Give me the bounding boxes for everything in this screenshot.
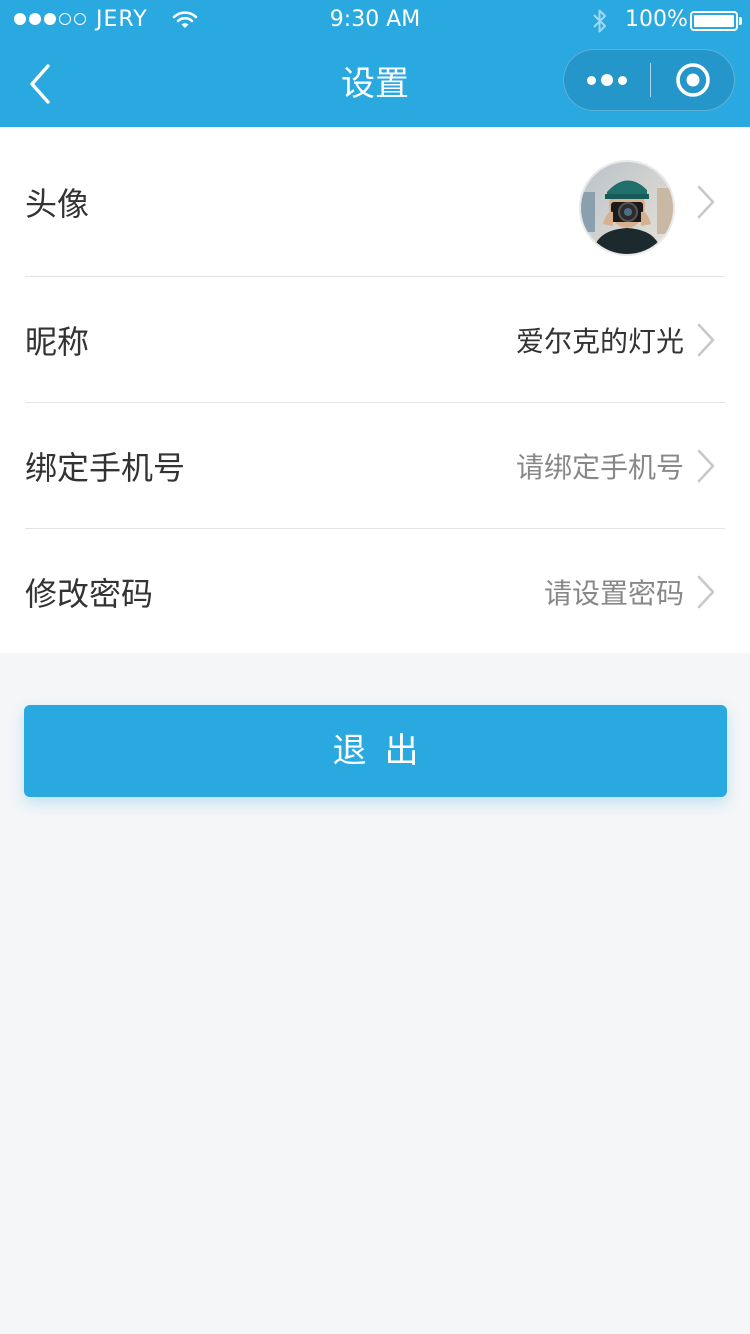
settings-list: 头像 昵称 爱尔克的灯光 绑定手机号 请绑定手机号 修改密码 请设置密码 — [0, 127, 750, 653]
status-bar: JERY 9:30 AM 100% — [0, 0, 750, 40]
password-value: 请设置密码 — [543, 577, 684, 610]
target-close-icon[interactable] — [650, 50, 736, 110]
settings-item-avatar[interactable]: 头像 — [0, 127, 750, 277]
phone-value: 请绑定手机号 — [515, 451, 684, 484]
settings-item-phone[interactable]: 绑定手机号 请绑定手机号 — [0, 403, 750, 529]
bluetooth-icon — [593, 9, 606, 33]
chevron-right-icon — [697, 575, 715, 609]
battery-icon — [690, 11, 738, 31]
avatar — [579, 160, 675, 256]
chevron-right-icon — [697, 185, 715, 219]
nickname-value: 爱尔克的灯光 — [515, 325, 684, 358]
settings-item-nickname[interactable]: 昵称 爱尔克的灯光 — [0, 277, 750, 403]
top-bar: JERY 9:30 AM 100% 设置 — [0, 0, 750, 127]
avatar-label: 头像 — [25, 185, 90, 223]
battery-tip — [739, 17, 742, 25]
password-label: 修改密码 — [25, 575, 154, 613]
settings-item-password[interactable]: 修改密码 请设置密码 — [0, 529, 750, 655]
nickname-label: 昵称 — [25, 323, 90, 361]
battery-percent: 100% — [625, 7, 688, 32]
more-dots-icon[interactable] — [564, 50, 650, 110]
phone-label: 绑定手机号 — [25, 449, 186, 487]
chevron-right-icon — [697, 323, 715, 357]
mini-program-capsule — [563, 49, 735, 111]
logout-button[interactable]: 退出 — [24, 705, 727, 797]
chevron-right-icon — [697, 449, 715, 483]
